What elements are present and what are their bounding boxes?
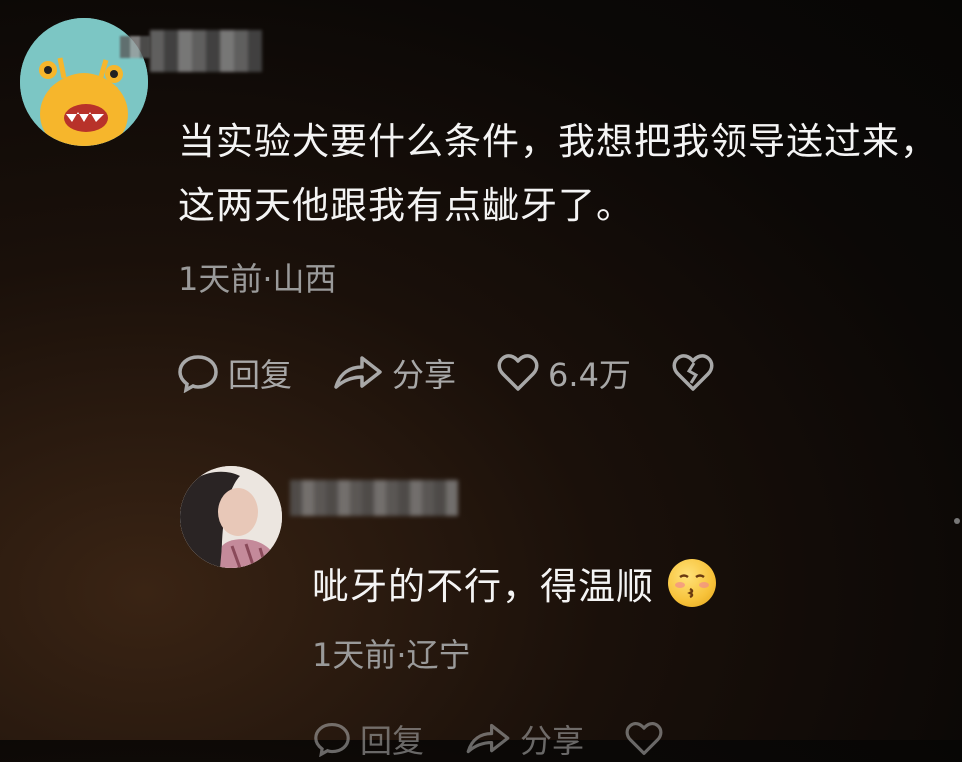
- dislike-button[interactable]: [671, 353, 723, 393]
- user-photo-icon: [180, 466, 282, 568]
- reply-reply-label: 回复: [360, 722, 425, 760]
- reply-like-button[interactable]: [624, 721, 672, 757]
- reply-text-row: 呲牙的不行，得温顺: [312, 556, 716, 610]
- heart-icon: [625, 722, 663, 755]
- comment-actions: 回复 分享 6.4万: [176, 350, 763, 396]
- reply-share-button[interactable]: 分享: [464, 716, 584, 762]
- heart-icon: [497, 354, 539, 391]
- reply-reply-button[interactable]: 回复: [312, 716, 424, 762]
- username-blurred[interactable]: [150, 30, 262, 72]
- reply-button[interactable]: 回复: [176, 350, 292, 396]
- share-arrow-icon: [334, 356, 382, 389]
- comment-bubble-icon: [178, 355, 218, 393]
- broken-heart-icon: [672, 354, 714, 391]
- like-button[interactable]: 6.4万: [496, 350, 631, 396]
- scroll-indicator: [954, 518, 960, 524]
- reply-actions: 回复 分享: [312, 716, 712, 762]
- share-label: 分享: [392, 356, 457, 394]
- comment-timestamp-location: 1天前·山西: [178, 260, 337, 298]
- share-arrow-icon: [466, 723, 510, 754]
- kissing-face-emoji-icon: [668, 559, 716, 607]
- username-blurred: [120, 36, 150, 58]
- reply-label: 回复: [228, 356, 293, 394]
- like-count: 6.4万: [548, 356, 631, 394]
- share-button[interactable]: 分享: [332, 350, 456, 396]
- username-blurred[interactable]: [290, 480, 458, 516]
- comment-bubble-icon: [314, 723, 350, 757]
- reply-share-label: 分享: [520, 722, 585, 760]
- replier-avatar[interactable]: [180, 466, 282, 568]
- reply-text: 呲牙的不行，得温顺: [312, 565, 654, 608]
- reply-timestamp-location: 1天前·辽宁: [312, 636, 471, 674]
- comment-text: 当实验犬要什么条件，我想把我领导送过来，这两天他跟我有点龇牙了。: [178, 120, 938, 227]
